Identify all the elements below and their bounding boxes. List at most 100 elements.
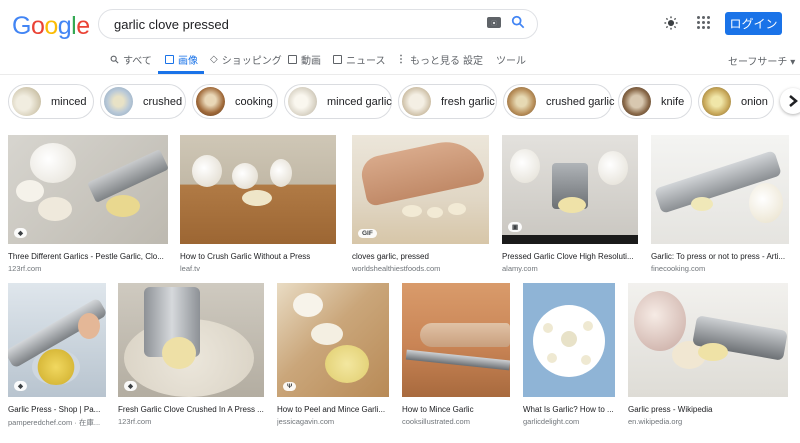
chip-thumbnail	[402, 87, 431, 116]
result-badge: ▣	[508, 222, 523, 232]
safesearch-menu[interactable]: セーフサーチ ▾	[728, 53, 795, 68]
tab-shopping[interactable]: ◇ ショッピング	[210, 52, 282, 67]
safesearch-label: セーフサーチ	[728, 57, 788, 68]
result-title[interactable]: How to Crush Garlic Without a Press	[180, 252, 336, 261]
chip-onion[interactable]: onion	[698, 84, 774, 119]
chip-crushed-garlic[interactable]: crushed garlic	[503, 84, 614, 119]
result-thumbnail[interactable]: ◆	[8, 135, 168, 244]
image-result[interactable]: How to Mince Garlic cooksillustrated.com	[402, 283, 510, 426]
search-icon	[110, 55, 119, 64]
result-badge: ◆	[14, 228, 27, 238]
result-thumbnail[interactable]: ▣	[502, 135, 638, 244]
google-logo[interactable]: Google	[12, 12, 90, 41]
image-result[interactable]: Ψ How to Peel and Mince Garli... jessica…	[277, 283, 389, 426]
tab-news[interactable]: ニュース	[333, 52, 386, 67]
chip-knife[interactable]: knife	[618, 84, 692, 119]
chip-label: minced garlic	[327, 95, 392, 108]
result-source[interactable]: en.wikipedia.org	[628, 417, 788, 426]
result-title[interactable]: cloves garlic, pressed	[352, 252, 489, 261]
chip-fresh-garlic[interactable]: fresh garlic	[398, 84, 497, 119]
image-result[interactable]: ◆ Fresh Garlic Clove Crushed In A Press …	[118, 283, 264, 426]
tab-label: 動画	[301, 56, 321, 67]
apps-grid-icon[interactable]	[697, 16, 711, 30]
result-source[interactable]: 123rf.com	[8, 264, 168, 273]
result-title[interactable]: Garlic: To press or not to press - Arti.…	[651, 252, 789, 261]
result-thumbnail[interactable]	[402, 283, 510, 397]
result-title[interactable]: Fresh Garlic Clove Crushed In A Press ..…	[118, 405, 264, 414]
result-title[interactable]: What Is Garlic? How to ...	[523, 405, 615, 414]
result-thumbnail[interactable]: GIF	[352, 135, 489, 244]
result-source[interactable]: 123rf.com	[118, 417, 264, 426]
image-result[interactable]: ◆ Three Different Garlics - Pestle Garli…	[8, 135, 168, 273]
news-icon	[333, 55, 342, 64]
chip-minced[interactable]: minced	[8, 84, 94, 119]
result-thumbnail[interactable]	[651, 135, 789, 244]
tab-label: ツール	[496, 56, 526, 67]
result-source[interactable]: worldshealthiestfoods.com	[352, 264, 489, 273]
search-box[interactable]: garlic clove pressed	[98, 9, 538, 39]
login-button[interactable]: ログイン	[725, 12, 782, 35]
chip-cooking[interactable]: cooking	[192, 84, 278, 119]
result-title[interactable]: Garlic Press - Shop | Pa...	[8, 405, 106, 414]
brightness-icon[interactable]	[664, 16, 678, 30]
result-thumbnail[interactable]: ◆	[8, 283, 106, 397]
result-thumbnail[interactable]: ◆	[118, 283, 264, 397]
logo-letter: G	[12, 12, 31, 40]
result-thumbnail[interactable]: Ψ	[277, 283, 389, 397]
result-source[interactable]: finecooking.com	[651, 264, 789, 273]
result-title[interactable]: How to Peel and Mince Garli...	[277, 405, 389, 414]
logo-letter: o	[30, 12, 45, 40]
chip-thumbnail	[507, 87, 536, 116]
tag-icon: ◇	[210, 54, 218, 65]
search-icon[interactable]	[511, 15, 525, 29]
tab-tools[interactable]: ツール	[496, 52, 526, 67]
image-result[interactable]: How to Crush Garlic Without a Press leaf…	[180, 135, 336, 273]
chip-label: knife	[661, 95, 685, 108]
divider	[0, 74, 800, 75]
image-result[interactable]: GIF cloves garlic, pressed worldshealthi…	[352, 135, 489, 273]
camera-icon[interactable]	[487, 17, 501, 28]
chip-label: onion	[741, 95, 768, 108]
result-source[interactable]: alamy.com	[502, 264, 638, 273]
chip-label: crushed	[143, 95, 183, 108]
image-result[interactable]: Garlic press - Wikipedia en.wikipedia.or…	[628, 283, 788, 426]
result-title[interactable]: Three Different Garlics - Pestle Garlic,…	[8, 252, 168, 261]
chip-thumbnail	[196, 87, 225, 116]
image-result[interactable]: What Is Garlic? How to ... garlicdelight…	[523, 283, 615, 426]
search-input[interactable]: garlic clove pressed	[114, 17, 229, 32]
result-title[interactable]: Garlic press - Wikipedia	[628, 405, 788, 414]
result-title[interactable]: Pressed Garlic Clove High Resoluti...	[502, 252, 638, 261]
result-thumbnail[interactable]	[523, 283, 615, 397]
result-source[interactable]: jessicagavin.com	[277, 417, 389, 426]
chip-minced-garlic[interactable]: minced garlic	[284, 84, 392, 119]
tab-label: もっと見る	[410, 56, 460, 67]
logo-letter: e	[76, 12, 90, 40]
result-badge: Ψ	[283, 382, 297, 391]
chip-crushed[interactable]: crushed	[100, 84, 186, 119]
chip-label: fresh garlic	[441, 95, 495, 108]
tab-videos[interactable]: 動画	[288, 52, 321, 67]
tab-images[interactable]: 画像	[165, 52, 198, 67]
result-badge: GIF	[358, 229, 377, 238]
result-title[interactable]: How to Mince Garlic	[402, 405, 510, 414]
chip-label: minced	[51, 95, 87, 108]
result-source[interactable]: cooksillustrated.com	[402, 417, 510, 426]
chevron-down-icon: ▾	[790, 57, 796, 68]
image-result[interactable]: ◆ Garlic Press - Shop | Pa... pamperedch…	[8, 283, 106, 428]
chip-thumbnail	[702, 87, 731, 116]
chevron-right-icon[interactable]	[780, 88, 800, 114]
tab-settings[interactable]: 設定	[463, 52, 483, 67]
result-source[interactable]: pamperedchef.com · 在庫...	[8, 417, 106, 428]
result-thumbnail[interactable]	[180, 135, 336, 244]
tab-more[interactable]: ⋮ もっと見る	[396, 52, 460, 67]
result-thumbnail[interactable]	[628, 283, 788, 397]
result-badge: ◆	[14, 381, 27, 391]
chip-thumbnail	[104, 87, 133, 116]
image-result[interactable]: Garlic: To press or not to press - Arti.…	[651, 135, 789, 273]
result-source[interactable]: leaf.tv	[180, 264, 336, 273]
tab-all[interactable]: すべて	[110, 52, 152, 67]
result-source[interactable]: garlicdelight.com	[523, 417, 615, 426]
image-result[interactable]: ▣ Pressed Garlic Clove High Resoluti... …	[502, 135, 638, 273]
chip-thumbnail	[288, 87, 317, 116]
play-icon	[288, 55, 297, 64]
